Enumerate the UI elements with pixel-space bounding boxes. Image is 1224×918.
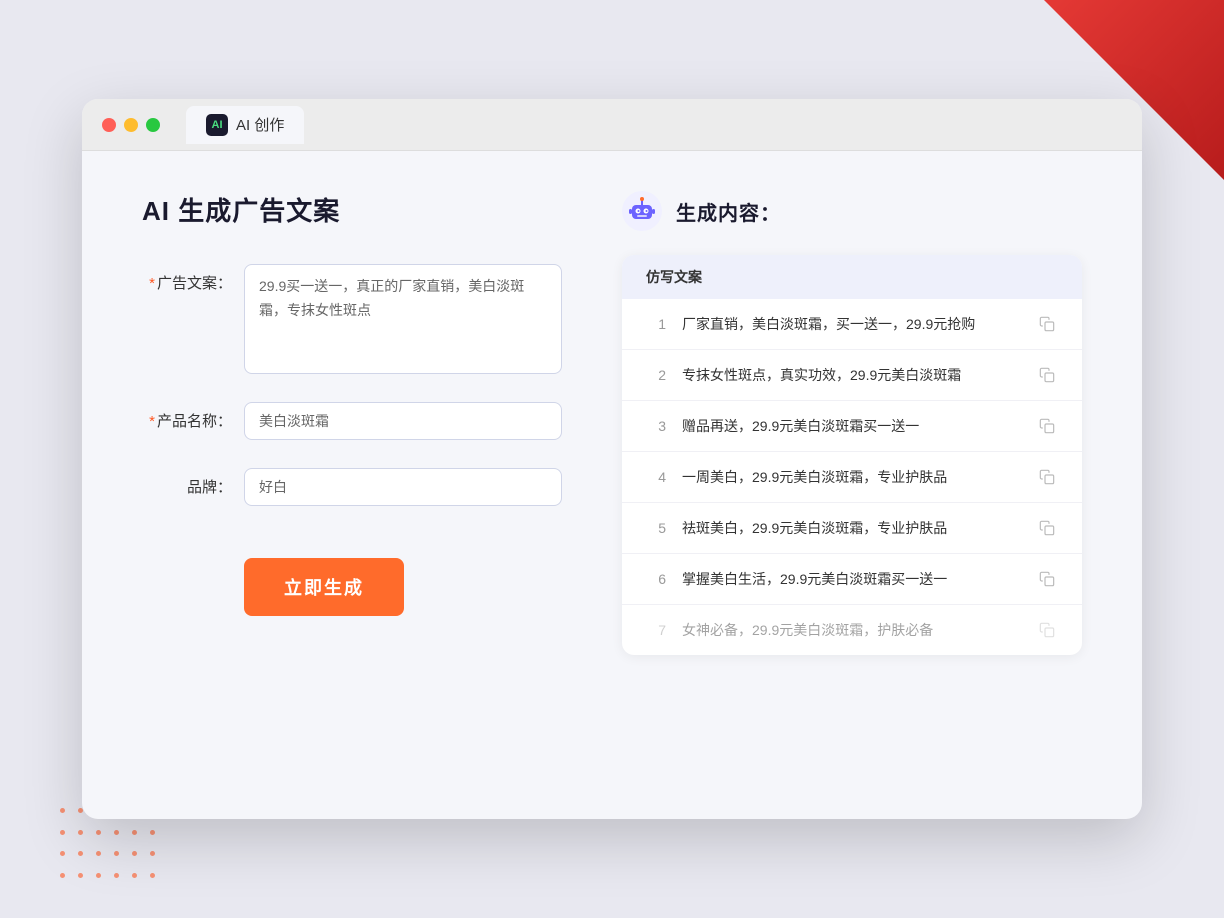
- bg-decoration-dots-left: [60, 808, 180, 888]
- minimize-button[interactable]: [124, 118, 138, 132]
- row-number: 7: [646, 622, 666, 638]
- copy-icon[interactable]: [1036, 619, 1058, 641]
- results-table-header: 仿写文案: [622, 255, 1082, 299]
- brand-label: 品牌：: [142, 468, 232, 497]
- window-controls: [102, 118, 160, 132]
- result-row: 3 赠品再送，29.9元美白淡斑霜买一送一: [622, 401, 1082, 452]
- row-text: 一周美白，29.9元美白淡斑霜，专业护肤品: [682, 467, 1020, 488]
- right-panel: 生成内容： 仿写文案 1 厂家直销，美白淡斑霜，买一送一，29.9元抢购 2 专抹女…: [622, 191, 1082, 761]
- product-name-group: *产品名称：: [142, 402, 562, 440]
- tab-icon: AI: [206, 114, 228, 136]
- row-text: 掌握美白生活，29.9元美白淡斑霜买一送一: [682, 569, 1020, 590]
- tab-icon-text: AI: [212, 119, 223, 131]
- main-content: AI 生成广告文案 *广告文案： *产品名称： 品牌： 立: [82, 151, 1142, 801]
- row-text: 厂家直销，美白淡斑霜，买一送一，29.9元抢购: [682, 314, 1020, 335]
- maximize-button[interactable]: [146, 118, 160, 132]
- result-row: 7 女神必备，29.9元美白淡斑霜，护肤必备: [622, 605, 1082, 655]
- product-name-input[interactable]: [244, 402, 562, 440]
- close-button[interactable]: [102, 118, 116, 132]
- result-row: 5 祛斑美白，29.9元美白淡斑霜，专业护肤品: [622, 503, 1082, 554]
- ad-copy-required: *: [149, 275, 155, 292]
- copy-icon[interactable]: [1036, 466, 1058, 488]
- row-number: 6: [646, 571, 666, 587]
- generate-button[interactable]: 立即生成: [244, 558, 404, 616]
- product-name-label: *产品名称：: [142, 402, 232, 431]
- result-row: 1 厂家直销，美白淡斑霜，买一送一，29.9元抢购: [622, 299, 1082, 350]
- results-title: 生成内容：: [676, 197, 781, 226]
- ad-copy-group: *广告文案：: [142, 264, 562, 374]
- browser-window: AI AI 创作 AI 生成广告文案 *广告文案： *产品名称：: [82, 99, 1142, 819]
- product-name-required: *: [149, 413, 155, 430]
- result-row: 4 一周美白，29.9元美白淡斑霜，专业护肤品: [622, 452, 1082, 503]
- row-number: 5: [646, 520, 666, 536]
- row-text: 女神必备，29.9元美白淡斑霜，护肤必备: [682, 620, 1020, 641]
- row-number: 4: [646, 469, 666, 485]
- copy-icon[interactable]: [1036, 364, 1058, 386]
- brand-input[interactable]: [244, 468, 562, 506]
- result-row: 2 专抹女性斑点，真实功效，29.9元美白淡斑霜: [622, 350, 1082, 401]
- ai-creation-tab[interactable]: AI AI 创作: [186, 106, 304, 144]
- row-text: 赠品再送，29.9元美白淡斑霜买一送一: [682, 416, 1020, 437]
- robot-icon: [622, 191, 662, 231]
- results-table: 仿写文案 1 厂家直销，美白淡斑霜，买一送一，29.9元抢购 2 专抹女性斑点，真实…: [622, 255, 1082, 655]
- brand-group: 品牌：: [142, 468, 562, 506]
- copy-icon[interactable]: [1036, 313, 1058, 335]
- row-text: 专抹女性斑点，真实功效，29.9元美白淡斑霜: [682, 365, 1020, 386]
- ad-copy-label: *广告文案：: [142, 264, 232, 293]
- ad-copy-input[interactable]: [244, 264, 562, 374]
- copy-icon[interactable]: [1036, 517, 1058, 539]
- left-panel: AI 生成广告文案 *广告文案： *产品名称： 品牌： 立: [142, 191, 562, 761]
- copy-icon[interactable]: [1036, 415, 1058, 437]
- row-number: 3: [646, 418, 666, 434]
- result-row: 6 掌握美白生活，29.9元美白淡斑霜买一送一: [622, 554, 1082, 605]
- result-rows: 1 厂家直销，美白淡斑霜，买一送一，29.9元抢购 2 专抹女性斑点，真实功效，29…: [622, 299, 1082, 655]
- row-number: 1: [646, 316, 666, 332]
- page-title: AI 生成广告文案: [142, 191, 562, 228]
- copy-icon[interactable]: [1036, 568, 1058, 590]
- tab-label: AI 创作: [236, 114, 284, 135]
- row-text: 祛斑美白，29.9元美白淡斑霜，专业护肤品: [682, 518, 1020, 539]
- results-header: 生成内容：: [622, 191, 1082, 231]
- title-bar: AI AI 创作: [82, 99, 1142, 151]
- row-number: 2: [646, 367, 666, 383]
